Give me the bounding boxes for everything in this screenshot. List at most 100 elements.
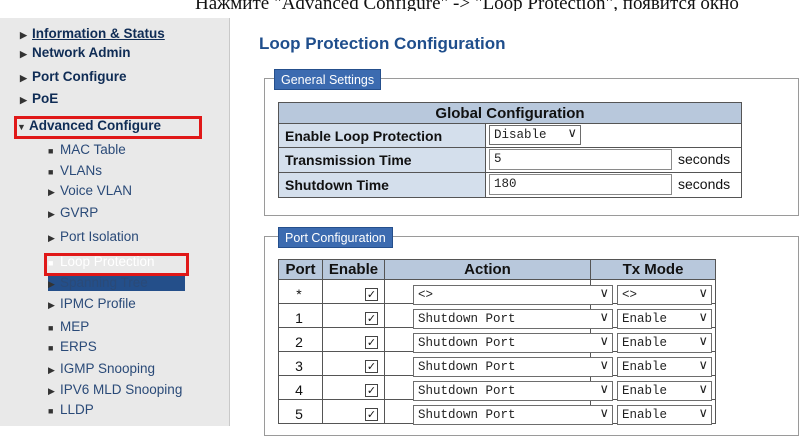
sidebar-item-mep[interactable]: ■ MEP <box>48 317 89 337</box>
caret-right-icon: ▶ <box>48 386 55 396</box>
sidebar-item-label: ERPS <box>60 339 97 354</box>
chevron-down-icon: ∨ <box>698 382 708 397</box>
square-bullet-icon: ■ <box>48 167 54 177</box>
transmission-time-label: Transmission Time <box>278 147 486 173</box>
port-column-header: Port <box>278 259 323 280</box>
sidebar-item-label: Information & Status <box>32 26 165 41</box>
square-bullet-icon: ■ <box>48 258 54 268</box>
chevron-down-icon: ∨ <box>599 310 609 325</box>
check-icon: ✓ <box>366 384 377 397</box>
action-value: Shutdown Port <box>418 408 516 422</box>
txmode-value: <> <box>622 288 638 302</box>
square-bullet-icon: ■ <box>48 146 54 156</box>
txmode-select[interactable]: <> ∨ <box>617 285 712 305</box>
sidebar-item-label: Network Admin <box>32 45 131 60</box>
txmode-value: Enable <box>622 408 668 422</box>
sidebar-item-network-admin[interactable]: ▶ Network Admin <box>20 43 131 63</box>
sidebar-item-advanced-configure[interactable]: ▼ Advanced Configure <box>17 116 161 136</box>
general-settings-legend: General Settings <box>274 69 382 90</box>
enable-loop-protection-select[interactable]: Disable ∨ <box>489 125 581 145</box>
enable-checkbox[interactable]: ✓ <box>365 384 378 397</box>
action-select[interactable]: Shutdown Port ∨ <box>413 357 613 377</box>
chevron-down-icon: ∨ <box>599 334 609 349</box>
txmode-select[interactable]: Enable ∨ <box>617 333 712 353</box>
sidebar-item-vlans[interactable]: ■ VLANs <box>48 161 102 181</box>
sidebar-item-label: LLDP <box>60 402 94 417</box>
sidebar-item-mac-table[interactable]: ■ MAC Table <box>48 140 126 160</box>
txmode-value: Enable <box>622 336 668 350</box>
txmode-value: Enable <box>622 384 668 398</box>
port-number: 2 <box>295 334 303 350</box>
caret-right-icon: ▶ <box>48 209 55 219</box>
caret-right-icon: ▶ <box>48 187 55 197</box>
caret-right-icon: ▶ <box>48 300 55 310</box>
sidebar-item-label: VLANs <box>60 163 103 178</box>
global-config-header: Global Configuration <box>278 102 742 124</box>
txmode-column-header: Tx Mode <box>590 259 716 280</box>
txmode-select[interactable]: Enable ∨ <box>617 381 712 401</box>
sidebar-item-ipv6-mld-snooping[interactable]: ▶ IPV6 MLD Snooping <box>48 380 182 400</box>
chevron-down-icon: ∨ <box>698 358 708 373</box>
enable-column-header: Enable <box>322 259 385 280</box>
sidebar-item-lldp[interactable]: ■ LLDP <box>48 400 94 420</box>
txmode-select[interactable]: Enable ∨ <box>617 357 712 377</box>
page-title: Loop Protection Configuration <box>259 34 506 53</box>
shutdown-time-input[interactable]: 180 <box>489 174 672 195</box>
chevron-down-icon: ∨ <box>599 406 609 421</box>
sidebar-item-voice-vlan[interactable]: ▶ Voice VLAN <box>48 181 132 201</box>
sidebar-item-erps[interactable]: ■ ERPS <box>48 337 97 357</box>
enable-checkbox[interactable]: ✓ <box>365 360 378 373</box>
port-number: 4 <box>295 382 303 398</box>
sidebar-item-port-isolation[interactable]: ▶ Port Isolation <box>48 227 139 247</box>
sidebar-item-label: Port Configure <box>32 69 127 84</box>
sidebar-item-label: IPV6 MLD Snooping <box>60 382 183 397</box>
sidebar-item-label: IGMP Snooping <box>60 361 156 376</box>
action-select[interactable]: Shutdown Port ∨ <box>413 405 613 425</box>
sidebar-item-label: MEP <box>60 319 90 334</box>
action-select[interactable]: Shutdown Port ∨ <box>413 333 613 353</box>
caret-right-icon: ▶ <box>48 233 55 243</box>
txmode-select[interactable]: Enable ∨ <box>617 309 712 329</box>
port-number: * <box>296 286 302 302</box>
sidebar-item-ipmc-profile[interactable]: ▶ IPMC Profile <box>48 294 136 314</box>
chevron-down-icon: ∨ <box>599 358 609 373</box>
shutdown-time-unit: seconds <box>678 176 731 192</box>
txmode-value: Enable <box>622 312 668 326</box>
check-icon: ✓ <box>366 408 377 421</box>
sidebar-item-label: MAC Table <box>60 142 126 157</box>
sidebar-item-label: Port Isolation <box>60 229 139 244</box>
enable-checkbox[interactable]: ✓ <box>365 408 378 421</box>
sidebar-item-information-status[interactable]: ▶ Information & Status <box>20 24 165 44</box>
sidebar-item-loop-protection[interactable]: ■ Loop Protection <box>48 252 155 272</box>
sidebar-item-spanning-tree[interactable]: ▶ Spanning Tree <box>48 273 148 293</box>
port-number: 3 <box>295 358 303 374</box>
enable-checkbox[interactable]: ✓ <box>365 288 378 301</box>
action-value: Shutdown Port <box>418 336 516 350</box>
port-configuration-legend: Port Configuration <box>278 227 393 248</box>
sidebar-item-gvrp[interactable]: ▶ GVRP <box>48 203 98 223</box>
caret-right-icon: ▶ <box>48 365 55 375</box>
chevron-down-icon: ∨ <box>567 126 577 141</box>
caret-right-icon: ▶ <box>20 49 27 59</box>
action-select[interactable]: <> ∨ <box>413 285 613 305</box>
action-value: <> <box>418 288 434 302</box>
caret-right-icon: ▶ <box>20 95 27 105</box>
transmission-time-input[interactable]: 5 <box>489 149 672 170</box>
chevron-down-icon: ∨ <box>698 406 708 421</box>
sidebar-item-label: IPMC Profile <box>60 296 136 311</box>
enable-checkbox[interactable]: ✓ <box>365 336 378 349</box>
sidebar-item-igmp-snooping[interactable]: ▶ IGMP Snooping <box>48 359 155 379</box>
square-bullet-icon: ■ <box>48 323 54 333</box>
action-select[interactable]: Shutdown Port ∨ <box>413 309 613 329</box>
sidebar-item-label: Voice VLAN <box>60 183 133 198</box>
action-value: Shutdown Port <box>418 360 516 374</box>
sidebar-item-port-configure[interactable]: ▶ Port Configure <box>20 67 127 87</box>
action-select[interactable]: Shutdown Port ∨ <box>413 381 613 401</box>
check-icon: ✓ <box>366 336 377 349</box>
caret-down-icon: ▼ <box>17 122 26 132</box>
sidebar-item-poe[interactable]: ▶ PoE <box>20 89 58 109</box>
action-value: Shutdown Port <box>418 384 516 398</box>
enable-checkbox[interactable]: ✓ <box>365 312 378 325</box>
txmode-select[interactable]: Enable ∨ <box>617 405 712 425</box>
sidebar-item-label: Advanced Configure <box>29 118 162 133</box>
